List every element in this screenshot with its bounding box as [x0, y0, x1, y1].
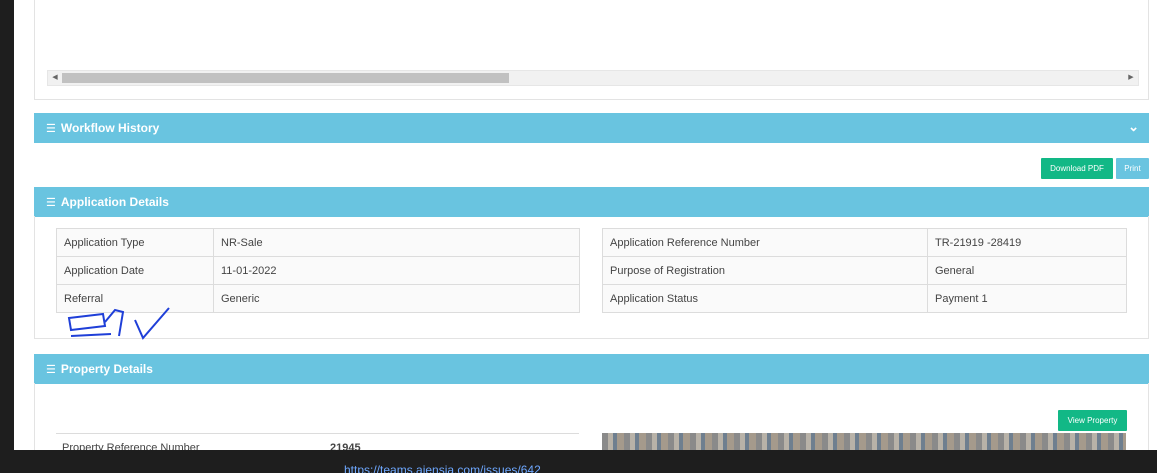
property-map-image	[602, 433, 1126, 450]
field-label: Application Reference Number	[602, 228, 928, 257]
handwritten-annotation	[67, 307, 170, 340]
workflow-history-header[interactable]: ☰ Workflow History ⌄	[34, 113, 1149, 143]
property-reference-label: Property Reference Number	[62, 442, 200, 450]
property-reference-value: 21945	[330, 442, 361, 450]
scroll-left-icon[interactable]: ◀	[48, 71, 62, 85]
table-row: Application Status Payment 1	[602, 284, 1127, 313]
field-label: Application Type	[56, 228, 214, 257]
application-details-right-table: Application Reference Number TR-21919 -2…	[602, 228, 1127, 313]
scroll-right-icon[interactable]: ▶	[1124, 71, 1138, 85]
screen-bottom-bar	[0, 450, 1157, 473]
field-value: General	[927, 256, 1127, 285]
application-details-header[interactable]: ☰ Application Details	[34, 187, 1149, 217]
field-label: Application Date	[56, 256, 214, 285]
property-reference-row: Property Reference Number 21945	[56, 433, 579, 450]
field-value: 11-01-2022	[213, 256, 580, 285]
field-value: TR-21919 -28419	[927, 228, 1127, 257]
field-value: Generic	[213, 284, 580, 313]
print-button[interactable]: Print	[1116, 158, 1149, 179]
field-value: Payment 1	[927, 284, 1127, 313]
field-label: Application Status	[602, 284, 928, 313]
list-icon: ☰	[46, 196, 56, 209]
application-details-title: Application Details	[60, 195, 169, 209]
table-row: Application Date 11-01-2022	[56, 256, 580, 285]
view-property-button[interactable]: View Property	[1058, 410, 1127, 431]
table-row: Purpose of Registration General	[602, 256, 1127, 285]
field-label: Purpose of Registration	[602, 256, 928, 285]
table-row: Application Reference Number TR-21919 -2…	[602, 228, 1127, 257]
table-row: Application Type NR-Sale	[56, 228, 580, 257]
field-value: NR-Sale	[213, 228, 580, 257]
previous-card: ◀ ▶	[34, 0, 1149, 100]
workflow-history-title: Workflow History	[60, 121, 160, 135]
issue-link[interactable]: https://teams.aiensia.com/issues/642	[344, 463, 541, 473]
download-pdf-button[interactable]: Download PDF	[1041, 158, 1113, 179]
list-icon: ☰	[46, 122, 56, 135]
property-details-header[interactable]: ☰ Property Details	[34, 354, 1149, 384]
scrollbar-thumb[interactable]	[62, 73, 509, 83]
property-details-title: Property Details	[60, 362, 153, 376]
list-icon: ☰	[46, 363, 56, 376]
page-frame: ◀ ▶ ☰ Workflow History ⌄ Download PDF Pr…	[14, 0, 1157, 450]
horizontal-scrollbar[interactable]: ◀ ▶	[47, 70, 1139, 86]
chevron-down-icon[interactable]: ⌄	[1128, 119, 1139, 135]
application-details-left-table: Application Type NR-Sale Application Dat…	[56, 228, 580, 313]
